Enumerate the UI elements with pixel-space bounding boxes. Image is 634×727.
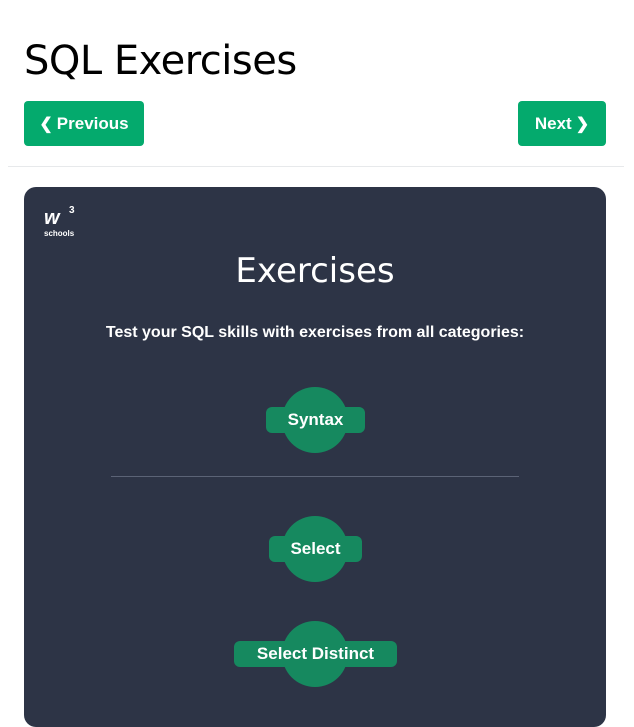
panel-divider xyxy=(111,476,519,477)
logo-mark: w xyxy=(44,207,60,229)
w3schools-logo[interactable]: w 3 schools xyxy=(42,205,82,239)
category-syntax: Syntax xyxy=(24,387,606,453)
page-title: SQL Exercises xyxy=(24,38,297,84)
category-select-distinct: Select Distinct xyxy=(24,621,606,687)
category-select: Select xyxy=(24,516,606,582)
chevron-left-icon: ❮ xyxy=(39,115,53,133)
next-button[interactable]: Next ❯ xyxy=(518,101,606,146)
header-divider xyxy=(8,166,624,167)
panel-subtitle: Test your SQL skills with exercises from… xyxy=(105,324,525,341)
next-button-label: Next xyxy=(534,113,572,133)
logo-superscript: 3 xyxy=(69,205,75,216)
category-select-distinct-button[interactable]: Select Distinct xyxy=(234,641,397,667)
exercises-panel: w 3 schools Exercises Test your SQL skil… xyxy=(24,187,606,727)
category-syntax-button[interactable]: Syntax xyxy=(266,407,365,433)
previous-button[interactable]: ❮ Previous xyxy=(24,101,144,146)
chevron-right-icon: ❯ xyxy=(575,115,590,133)
category-select-button[interactable]: Select xyxy=(269,536,362,562)
previous-button-label: Previous xyxy=(56,113,129,133)
logo-subtext: schools xyxy=(44,229,75,238)
panel-title: Exercises xyxy=(235,251,395,291)
